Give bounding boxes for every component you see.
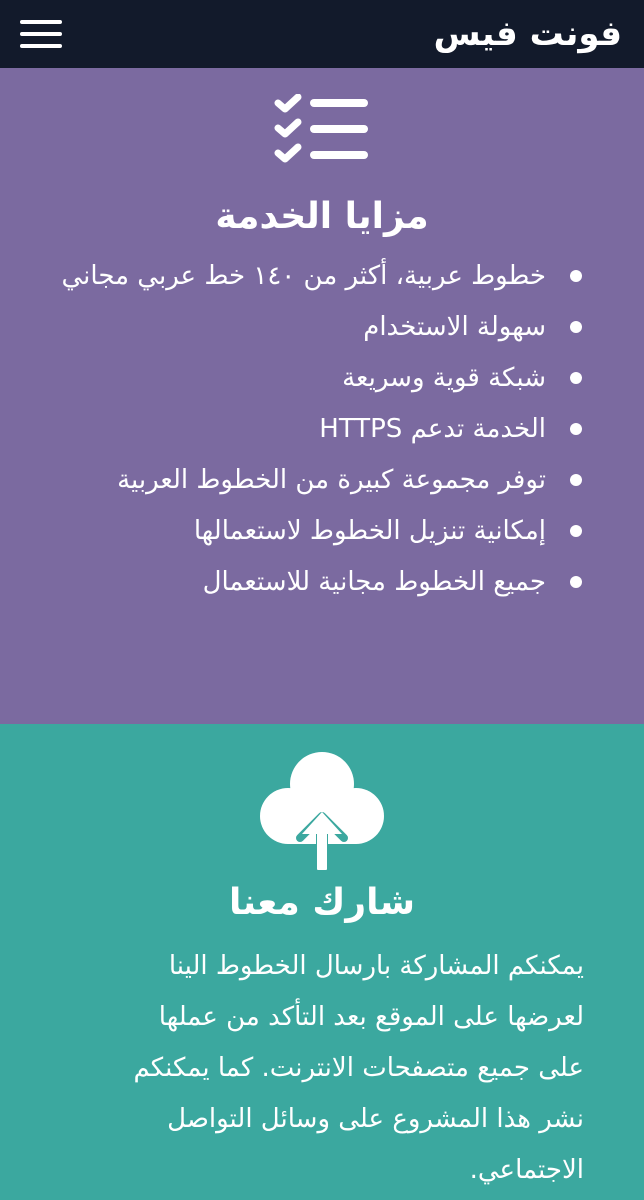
- features-list: خطوط عربية، أكثر من ١٤٠ خط عربي مجاني سه…: [0, 251, 644, 608]
- site-logo[interactable]: فونت فيس: [434, 17, 623, 51]
- feature-item: توفر مجموعة كبيرة من الخطوط العربية: [60, 455, 604, 506]
- top-navbar: فونت فيس: [0, 0, 644, 68]
- feature-item: سهولة الاستخدام: [60, 302, 604, 353]
- share-section: شارك معنا يمكنكم المشاركة بارسال الخطوط …: [0, 724, 644, 1200]
- share-title: شارك معنا: [229, 882, 415, 923]
- hamburger-icon-line: [20, 20, 62, 24]
- features-section: مزايا الخدمة خطوط عربية، أكثر من ١٤٠ خط …: [0, 68, 644, 724]
- share-description: يمكنكم المشاركة بارسال الخطوط الينا لعرض…: [133, 951, 584, 1185]
- feature-item: شبكة قوية وسريعة: [60, 353, 604, 404]
- feature-item: خطوط عربية، أكثر من ١٤٠ خط عربي مجاني: [60, 251, 604, 302]
- features-title: مزايا الخدمة: [215, 196, 429, 237]
- hamburger-icon-line: [20, 44, 62, 48]
- feature-item: جميع الخطوط مجانية للاستعمال: [60, 557, 604, 608]
- feature-item: الخدمة تدعم HTTPS: [60, 404, 604, 455]
- feature-item: إمكانية تنزيل الخطوط لاستعمالها: [60, 506, 604, 557]
- hamburger-icon-line: [20, 32, 62, 36]
- checklist-icon: [274, 94, 368, 163]
- cloud-upload-icon: [260, 752, 384, 874]
- hamburger-menu-button[interactable]: [20, 20, 62, 48]
